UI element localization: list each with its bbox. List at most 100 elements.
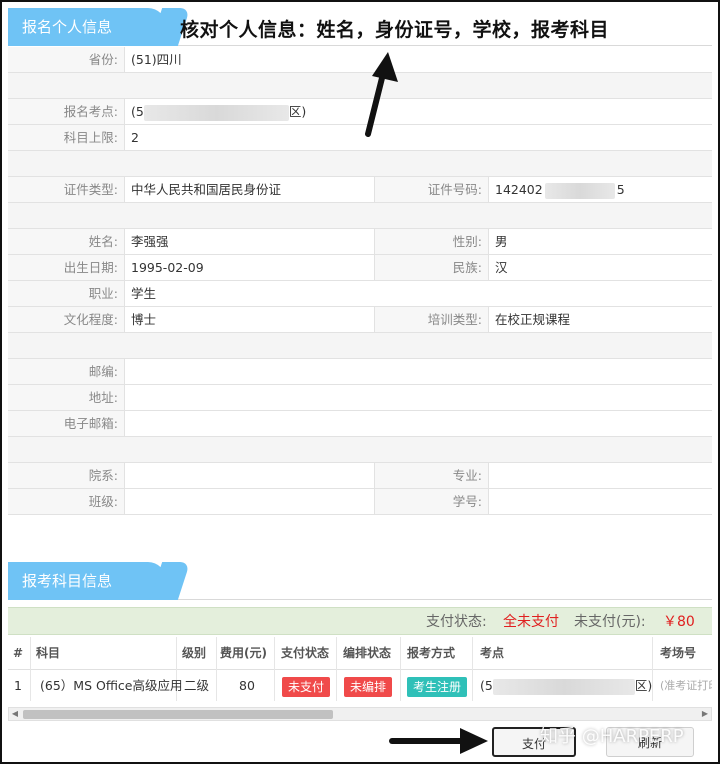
exam-site-prefix: (5 [131, 104, 144, 119]
row-address: 地址: [8, 385, 712, 411]
address-value [124, 385, 712, 410]
major-value [488, 463, 712, 488]
row-postcode: 邮编: [8, 359, 712, 385]
redacted-blur [492, 678, 635, 695]
spacer-row [8, 151, 712, 177]
email-value [124, 411, 712, 436]
col-header-level: 级别 [182, 646, 207, 660]
row-fee: 80 [239, 678, 255, 693]
redacted-blur [143, 104, 289, 121]
col-header-pay-status: 支付状态 [281, 646, 330, 660]
major-label: 专业: [374, 463, 488, 488]
province-label: 省份: [8, 47, 124, 72]
table-divider [472, 637, 473, 701]
unarranged-badge: 未编排 [344, 676, 393, 697]
registration-method-badge: 考生注册 [407, 676, 468, 697]
row-room: (准考证打印 [660, 679, 712, 692]
col-header-index: # [13, 646, 24, 660]
row-name: 姓名: 李强强 性别: 男 [8, 229, 712, 255]
address-label: 地址: [8, 385, 124, 410]
exam-site-suffix: 区) [288, 104, 307, 119]
occupation-value: 学生 [124, 281, 712, 306]
payment-status-value: 全未支付 [503, 614, 559, 630]
id-type-value: 中华人民共和国居民身份证 [124, 177, 374, 202]
site-prefix: (5 [480, 678, 493, 693]
email-label: 电子邮箱: [8, 411, 124, 436]
subjects-table: # 科目 级别 费用(元) 支付状态 编排状态 报考方式 考点 考场号 1 (6… [8, 637, 712, 701]
student-id-label: 学号: [374, 489, 488, 514]
redacted-blur [544, 182, 615, 199]
spacer-row [8, 333, 712, 359]
subjects-info-header: 报考科目信息 [8, 560, 712, 600]
id-number-value: 142402 5 [488, 177, 712, 202]
row-occupation: 职业: 学生 [8, 281, 712, 307]
horizontal-scrollbar[interactable]: ◀ ▶ [8, 707, 712, 721]
birth-label: 出生日期: [8, 255, 124, 280]
unpaid-amount-value: ￥80 [663, 614, 695, 630]
annotation-arrow-right-icon [389, 728, 488, 754]
scroll-right-icon[interactable]: ▶ [699, 708, 711, 720]
row-class: 班级: 学号: [8, 489, 712, 515]
col-header-method: 报考方式 [407, 646, 456, 660]
row-birth: 出生日期: 1995-02-09 民族: 汉 [8, 255, 712, 281]
row-id: 证件类型: 中华人民共和国居民身份证 证件号码: 142402 5 [8, 177, 712, 203]
col-header-subject: 科目 [36, 646, 61, 660]
annotation-arrow-up-icon [365, 52, 398, 137]
education-label: 文化程度: [8, 307, 124, 332]
id-type-label: 证件类型: [8, 177, 124, 202]
postcode-label: 邮编: [8, 359, 124, 384]
province-value: (51)四川 [124, 47, 712, 72]
birth-value: 1995-02-09 [124, 255, 374, 280]
row-subject: (65）MS Office高级应用 [40, 678, 183, 693]
watermark-text: 知乎 @HARPERP [540, 726, 684, 747]
personal-info-tab: 报名个人信息 [8, 8, 166, 46]
education-value: 博士 [124, 307, 374, 332]
table-divider [30, 637, 31, 701]
class-value [124, 489, 374, 514]
unpaid-badge: 未支付 [282, 676, 331, 697]
payment-status-bar: 支付状态: 全未支付 未支付(元): ￥80 [8, 607, 712, 635]
exam-site-value: (5 区) [124, 99, 712, 124]
row-level: 二级 [184, 678, 210, 693]
table-divider [336, 637, 337, 701]
spacer-row [8, 437, 712, 463]
faculty-label: 院系: [8, 463, 124, 488]
subjects-info-tab: 报考科目信息 [8, 562, 166, 600]
site-suffix: 区) [634, 678, 653, 693]
row-email: 电子邮箱: [8, 411, 712, 437]
annotation-text: 核对个人信息：姓名，身份证号，学校，报考科目 [180, 19, 610, 41]
id-number-label: 证件号码: [374, 177, 488, 202]
gender-label: 性别: [374, 229, 488, 254]
occupation-label: 职业: [8, 281, 124, 306]
ethnicity-label: 民族: [374, 255, 488, 280]
table-divider [400, 637, 401, 701]
row-faculty: 院系: 专业: [8, 463, 712, 489]
row-index: 1 [14, 678, 22, 693]
max-subjects-value: 2 [124, 125, 712, 150]
col-header-arrange-status: 编排状态 [343, 646, 392, 660]
spacer-row [8, 203, 712, 229]
col-header-site: 考点 [480, 646, 505, 660]
col-header-fee: 费用(元) [220, 646, 267, 660]
row-site: (5 区) [480, 670, 652, 701]
postcode-value [124, 359, 712, 384]
class-label: 班级: [8, 489, 124, 514]
faculty-value [124, 463, 374, 488]
row-arrange-status: 未编排 [344, 670, 393, 701]
name-label: 姓名: [8, 229, 124, 254]
row-method: 考生注册 [407, 670, 468, 701]
max-subjects-label: 科目上限: [8, 125, 124, 150]
row-education: 文化程度: 博士 培训类型: 在校正规课程 [8, 307, 712, 333]
id-number-prefix: 142402 [495, 182, 543, 197]
exam-site-label: 报名考点: [8, 99, 124, 124]
training-label: 培训类型: [374, 307, 488, 332]
id-number-suffix: 5 [616, 182, 625, 197]
scroll-left-icon[interactable]: ◀ [9, 708, 21, 720]
col-header-room: 考场号 [660, 646, 697, 660]
table-divider [216, 637, 217, 701]
table-divider [274, 637, 275, 701]
training-value: 在校正规课程 [488, 307, 712, 332]
row-pay-status: 未支付 [282, 670, 331, 701]
gender-value: 男 [488, 229, 712, 254]
scrollbar-thumb[interactable] [23, 710, 333, 719]
